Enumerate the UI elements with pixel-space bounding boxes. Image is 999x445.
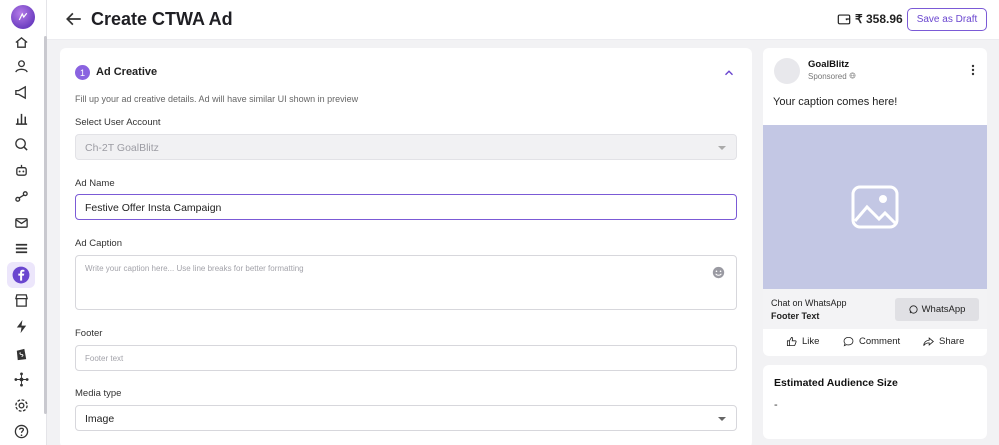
footer-input[interactable]: Footer text xyxy=(75,345,737,371)
share-action[interactable]: Share xyxy=(923,336,964,347)
shopify-icon[interactable] xyxy=(12,344,30,362)
preview-brand-name: GoalBlitz xyxy=(808,59,850,70)
post-actions: Like Comment Share xyxy=(763,332,987,352)
section-title: Ad Creative xyxy=(96,66,158,78)
globe-icon xyxy=(849,72,856,79)
audience-size-value: - xyxy=(774,399,778,411)
cta-row: Chat on WhatsApp Footer Text WhatsApp xyxy=(763,289,987,329)
lightning-icon[interactable] xyxy=(12,317,30,335)
ad-caption-textarea[interactable]: Write your caption here... Use line brea… xyxy=(75,255,737,310)
comment-action[interactable]: Comment xyxy=(843,336,900,347)
media-type-value: Image xyxy=(85,413,115,425)
sponsored-text: Sponsored xyxy=(808,72,847,81)
image-placeholder-icon xyxy=(851,185,899,229)
media-type-select[interactable]: Image xyxy=(75,405,737,431)
sidebar-scrollbar[interactable] xyxy=(44,36,47,414)
save-as-draft-button[interactable]: Save as Draft xyxy=(907,8,987,31)
chevron-down-icon xyxy=(718,417,726,421)
flow-icon[interactable] xyxy=(12,187,30,205)
emoji-icon[interactable] xyxy=(712,266,725,279)
share-label: Share xyxy=(939,336,965,347)
cta-footer-text: Footer Text xyxy=(771,311,820,321)
whatsapp-button-label: WhatsApp xyxy=(921,304,966,315)
comment-label: Comment xyxy=(859,336,901,347)
audience-size-title: Estimated Audience Size xyxy=(774,377,898,389)
mail-icon[interactable] xyxy=(12,213,30,231)
audience-size-card: Estimated Audience Size - xyxy=(763,365,987,439)
bot-icon[interactable] xyxy=(12,161,30,179)
ad-caption-label: Ad Caption xyxy=(75,238,123,249)
logo-icon xyxy=(18,12,28,21)
like-label: Like xyxy=(802,336,820,347)
chat-search-icon[interactable] xyxy=(12,135,30,153)
megaphone-icon[interactable] xyxy=(12,83,30,101)
share-icon xyxy=(923,337,934,346)
section-hint: Fill up your ad creative details. Ad wil… xyxy=(75,94,359,104)
footer-placeholder: Footer text xyxy=(85,354,124,363)
like-action[interactable]: Like xyxy=(786,336,819,347)
page-header: Create CTWA Ad ₹ 358.96 Save as Draft xyxy=(47,0,999,40)
avatar xyxy=(774,58,800,84)
step-number-badge: 1 xyxy=(75,65,90,80)
left-sidebar xyxy=(0,0,47,445)
ad-name-label: Ad Name xyxy=(75,178,115,189)
analytics-icon[interactable] xyxy=(12,109,30,127)
settings-icon[interactable] xyxy=(12,396,30,414)
chevron-down-icon xyxy=(718,146,726,150)
store-icon[interactable] xyxy=(12,291,30,309)
ad-name-value: Festive Offer Insta Campaign xyxy=(85,202,222,214)
ad-caption-placeholder: Write your caption here... Use line brea… xyxy=(85,264,304,273)
user-icon[interactable] xyxy=(12,57,30,75)
more-options-icon[interactable] xyxy=(971,64,975,76)
media-type-label: Media type xyxy=(75,388,122,399)
user-account-label: Select User Account xyxy=(75,117,161,128)
wallet-balance: ₹ 358.96 xyxy=(855,12,903,26)
page-title: Create CTWA Ad xyxy=(91,9,233,29)
like-icon xyxy=(786,336,797,347)
user-account-select: Ch-2T GoalBlitz xyxy=(75,134,737,160)
user-account-value: Ch-2T GoalBlitz xyxy=(85,142,159,154)
cta-title: Chat on WhatsApp xyxy=(771,298,847,308)
media-placeholder xyxy=(763,125,987,289)
whatsapp-icon xyxy=(909,305,918,314)
chevron-up-icon[interactable] xyxy=(722,66,736,80)
sponsored-label: Sponsored xyxy=(808,72,856,81)
back-arrow-icon[interactable] xyxy=(65,10,83,28)
list-icon[interactable] xyxy=(12,239,30,257)
ad-creative-card: 1 Ad Creative Fill up your ad creative d… xyxy=(60,48,752,445)
ad-name-input[interactable]: Festive Offer Insta Campaign xyxy=(75,194,737,220)
wallet-icon xyxy=(837,14,851,25)
integration-icon[interactable] xyxy=(12,370,30,388)
help-icon[interactable] xyxy=(12,422,30,440)
preview-caption: Your caption comes here! xyxy=(773,96,898,108)
comment-icon xyxy=(843,336,854,347)
whatsapp-button[interactable]: WhatsApp xyxy=(895,298,979,321)
facebook-icon[interactable] xyxy=(7,262,35,288)
dashboard-icon[interactable] xyxy=(12,33,30,51)
footer-label: Footer xyxy=(75,328,103,339)
app-logo[interactable] xyxy=(11,5,35,29)
ad-preview-card: GoalBlitz Sponsored Your caption comes h… xyxy=(763,48,987,356)
